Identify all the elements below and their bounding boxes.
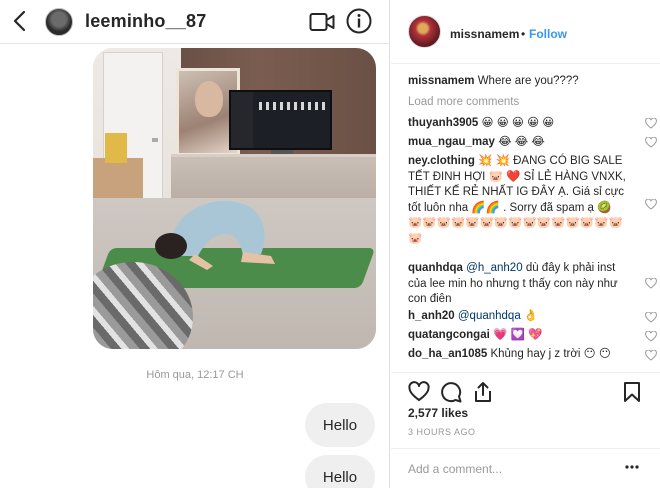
comment-mention[interactable]: @h_anh20 [466, 262, 522, 274]
like-comment-heart-icon[interactable] [645, 137, 657, 148]
shared-photo[interactable] [93, 48, 376, 349]
direct-message-panel: leeminho__87 Hôm qua, 12:17 CH Hello Hel… [0, 0, 390, 488]
like-comment-heart-icon[interactable] [645, 278, 657, 289]
comment: do_ha_an1085 Khủng hay j z trời 😶 😶 [408, 347, 626, 363]
share-icon[interactable] [472, 381, 494, 403]
comment-text: 👌 [523, 310, 539, 322]
load-more-comments[interactable]: Load more comments [408, 96, 519, 108]
back-arrow-icon[interactable] [10, 10, 30, 32]
comment-mention[interactable]: @quanhdqa [458, 310, 521, 322]
like-heart-icon[interactable] [408, 381, 430, 403]
comment-text: 💥 💥 ĐANG CÓ BIG SALE TẾT ĐINH HỢI 🐷 ❤️ S… [408, 155, 626, 245]
like-comment-heart-icon[interactable] [645, 312, 657, 323]
dm-username[interactable]: leeminho__87 [85, 11, 206, 32]
comment-username[interactable]: thuyanh3905 [408, 117, 478, 129]
like-count[interactable]: 2,577 likes [408, 406, 468, 420]
message-bubble[interactable]: Hello [305, 455, 375, 488]
comment-username[interactable]: mua_ngau_may [408, 136, 495, 148]
post-header: missnamem • Follow [391, 0, 660, 64]
message-timestamp: Hôm qua, 12:17 CH [146, 369, 244, 381]
caption-text: Where are you???? [477, 75, 579, 87]
like-comment-heart-icon[interactable] [645, 350, 657, 361]
post-username[interactable]: missnamem [450, 27, 519, 41]
photo-shelf [93, 158, 143, 198]
comment: quanhdqa @h_anh20 dù đây k phải inst của… [408, 261, 626, 308]
comment-text: 😀 😀 😀 😀 😀 [481, 117, 555, 129]
comment-username[interactable]: do_ha_an1085 [408, 348, 487, 360]
caption: missnamem Where are you???? [408, 74, 648, 90]
comment: mua_ngau_may 😂 😂 😂 [408, 135, 628, 151]
comment-username[interactable]: h_anh20 [408, 310, 455, 322]
comment-username[interactable]: quanhdqa [408, 262, 463, 274]
post-panel: missnamem • Follow missnamem Where are y… [391, 0, 660, 488]
comment: thuyanh3905 😀 😀 😀 😀 😀 [408, 116, 628, 132]
post-avatar[interactable] [408, 15, 441, 48]
comment-text: 💗 💟 💖 [492, 329, 543, 341]
bookmark-icon[interactable] [621, 381, 643, 403]
caption-username[interactable]: missnamem [408, 75, 474, 87]
comment-bubble-icon[interactable] [440, 381, 462, 403]
like-comment-heart-icon[interactable] [645, 331, 657, 342]
add-comment-bar [391, 448, 660, 488]
separator-dot: • [521, 27, 526, 41]
photo-bag [105, 133, 127, 163]
like-comment-heart-icon[interactable] [645, 199, 657, 210]
comment-username[interactable]: ney.clothing [408, 155, 475, 167]
follow-button[interactable]: Follow [529, 27, 567, 41]
photo-person [155, 201, 275, 270]
photo-tv [229, 90, 332, 150]
post-time: 3 HOURS AGO [408, 427, 476, 437]
like-comment-heart-icon[interactable] [645, 118, 657, 129]
comment-text: Khủng hay j z trời 😶 😶 [490, 348, 611, 360]
dm-avatar[interactable] [45, 8, 73, 36]
dm-header: leeminho__87 [0, 0, 390, 44]
info-icon[interactable] [346, 8, 372, 34]
more-options-icon[interactable] [625, 465, 639, 469]
comment: quatangcongai 💗 💟 💖 [408, 328, 626, 344]
comment-input[interactable] [408, 459, 608, 479]
comment: h_anh20 @quanhdqa 👌 [408, 309, 626, 325]
comment-username[interactable]: quatangcongai [408, 329, 490, 341]
comment: ney.clothing 💥 💥 ĐANG CÓ BIG SALE TẾT ĐI… [408, 154, 626, 247]
comment-text: 😂 😂 😂 [498, 136, 545, 148]
message-bubble[interactable]: Hello [305, 403, 375, 447]
video-call-icon[interactable] [309, 11, 335, 33]
